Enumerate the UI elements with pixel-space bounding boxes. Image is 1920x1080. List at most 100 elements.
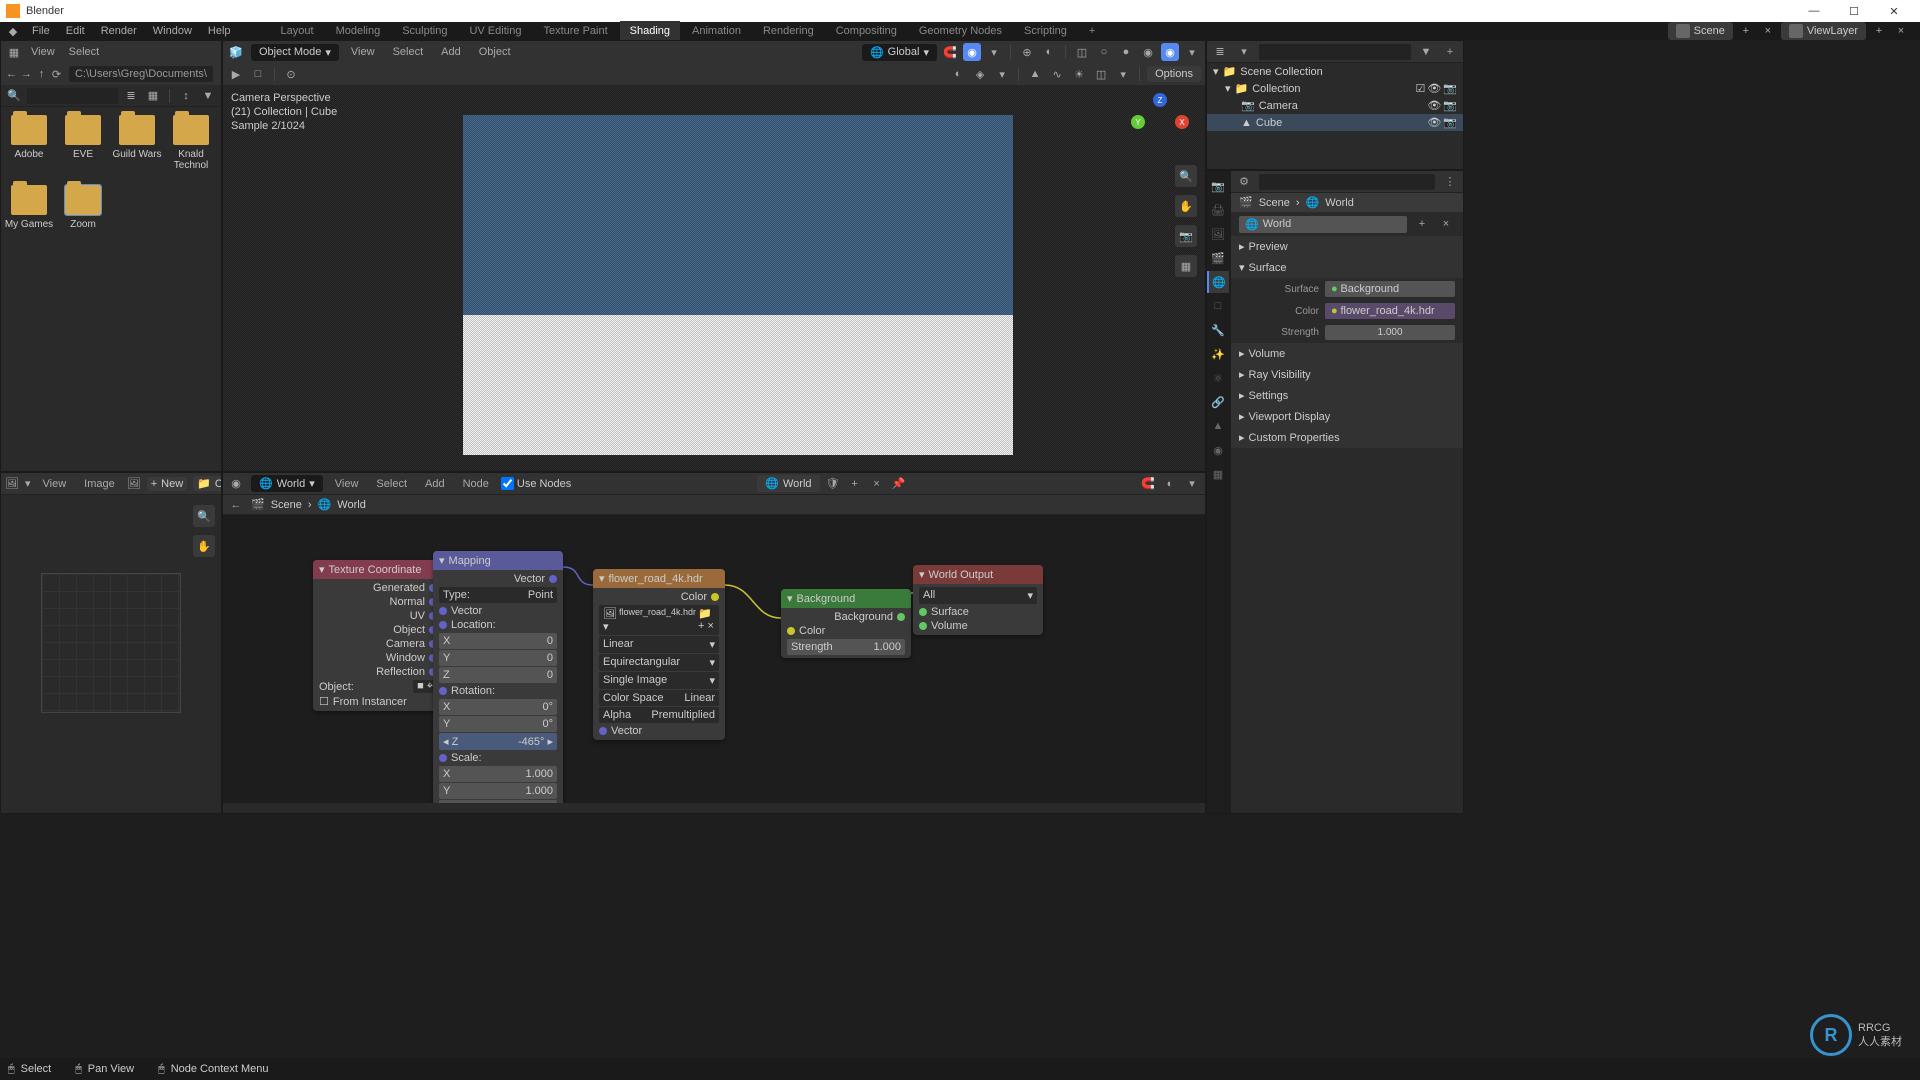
snap-type-icon[interactable]: ▾ [985,43,1003,61]
perspective-icon[interactable]: ▦ [1175,255,1197,277]
loc-z[interactable]: Z0 [439,667,557,683]
img-menu-image[interactable]: Image [78,476,121,492]
eye-icon[interactable]: 👁 [1427,82,1441,95]
node-environment-texture[interactable]: ▾flower_road_4k.hdr Color 🖼▾flower_road_… [593,569,725,740]
from-instancer-toggle[interactable]: ☐From Instancer [313,694,443,709]
overlay-toggle-icon[interactable]: ◐ [1040,43,1058,61]
props-tab-output[interactable]: 🖨 [1207,199,1229,221]
vp-filter-icon[interactable]: ◐ [949,65,967,83]
se-dropdown-icon[interactable]: ▾ [1183,475,1201,493]
section-vpdisp[interactable]: ▸Viewport Display [1231,406,1463,427]
image-browse-icon[interactable]: 🖼 [127,475,141,493]
vp-gizmo-icon[interactable]: ◈ [971,65,989,83]
ws-layout[interactable]: Layout [271,21,324,41]
scale-x[interactable]: X1.000 [439,766,557,782]
source-dropdown[interactable]: Single Image▾ [599,672,719,689]
scene-selector[interactable]: Scene [1668,22,1733,40]
eye-icon[interactable]: 👁 [1427,99,1441,112]
viewlayer-new-button[interactable]: + [1870,22,1888,40]
pan-icon[interactable]: ✋ [193,535,215,557]
socket-vector-out[interactable]: Vector [433,572,563,586]
mode-dropdown[interactable]: Object Mode▾ [251,44,339,61]
outline-camera[interactable]: 📷Camera👁📷 [1207,97,1463,114]
bc-world[interactable]: World [1325,197,1354,209]
props-tab-texture[interactable]: ▦ [1207,463,1229,485]
props-tab-physics[interactable]: ⚛ [1207,367,1229,389]
folder-item[interactable]: Knald Technol [171,115,211,171]
editor-type-icon[interactable]: ⚙ [1235,173,1253,191]
fb-menu-select[interactable]: Select [63,44,106,60]
folder-item[interactable]: Adobe [9,115,49,171]
ws-compositing[interactable]: Compositing [826,21,907,41]
folder-item[interactable]: Zoom [63,185,103,230]
fake-user-icon[interactable]: 🛡 [824,475,842,493]
img-menu-view[interactable]: View [37,476,73,492]
tool-select-icon[interactable]: □ [249,65,267,83]
props-tab-object[interactable]: □ [1207,295,1229,317]
scene-new-button[interactable]: + [1737,22,1755,40]
rot-y[interactable]: Y0° [439,716,557,732]
zoom-icon[interactable]: 🔍 [193,505,215,527]
props-tab-modifiers[interactable]: 🔧 [1207,319,1229,341]
menu-render[interactable]: Render [95,23,143,39]
mapping-type-dropdown[interactable]: Type:Point [439,587,557,603]
minimize-button[interactable]: — [1794,0,1834,22]
vis-curve-icon[interactable]: ∿ [1048,65,1066,83]
vp-menu-select[interactable]: Select [387,44,430,60]
zoom-icon[interactable]: 🔍 [1175,165,1197,187]
ws-animation[interactable]: Animation [682,21,751,41]
outline-collection[interactable]: ▾📁Collection☑👁📷 [1207,80,1463,97]
nav-up-icon[interactable]: ↑ [35,65,48,83]
socket-window[interactable]: Window [313,651,443,665]
shading-rendered-icon[interactable]: ◉ [1161,43,1179,61]
socket-vector-in[interactable]: Vector [433,604,563,618]
overlay-toggle[interactable]: ◐ [1161,475,1179,493]
section-settings[interactable]: ▸Settings [1231,385,1463,406]
props-tab-world[interactable]: 🌐 [1207,271,1229,293]
ws-geonodes[interactable]: Geometry Nodes [909,21,1012,41]
section-rayvis[interactable]: ▸Ray Visibility [1231,364,1463,385]
rot-z[interactable]: ◂ Z-465° ▸ [439,733,557,750]
image-selector[interactable]: 🖼▾flower_road_4k.hdr📁 + × [599,605,719,635]
node-header[interactable]: ▾Background [781,589,911,608]
shading-wire-icon[interactable]: ○ [1095,43,1113,61]
se-menu-node[interactable]: Node [457,476,495,492]
node-header[interactable]: ▾World Output [913,565,1043,584]
editor-type-icon[interactable]: ◉ [227,475,245,493]
vp-overlay-icon[interactable]: ▾ [993,65,1011,83]
node-background[interactable]: ▾Background Background Color Strength1.0… [781,589,911,658]
nav-gizmo[interactable]: X Y Z [1131,93,1191,153]
snap-toggle[interactable]: 🧲 [1139,475,1157,493]
socket-color-out[interactable]: Color [593,590,725,604]
props-tab-material[interactable]: ◉ [1207,439,1229,461]
socket-generated[interactable]: Generated [313,581,443,595]
path-field[interactable]: C:\Users\Greg\Documents\ [69,66,213,82]
menu-window[interactable]: Window [147,23,198,39]
props-tab-scene[interactable]: 🎬 [1207,247,1229,269]
maximize-button[interactable]: ☐ [1834,0,1874,22]
display-thumb-icon[interactable]: ▦ [144,87,162,105]
pin-icon[interactable]: 📌 [890,475,908,493]
new-image-button[interactable]: + New [147,477,187,491]
shader-type-dropdown[interactable]: 🌐 World ▾ [251,475,323,492]
pan-icon[interactable]: ✋ [1175,195,1197,217]
nav-back-icon[interactable]: ← [227,496,245,514]
loc-x[interactable]: X0 [439,633,557,649]
node-world-output[interactable]: ▾World Output All▾ Surface Volume [913,565,1043,635]
editor-type-icon[interactable]: 🧊 [227,43,245,61]
axis-z-icon[interactable]: Z [1153,93,1167,107]
axis-y-icon[interactable]: Y [1131,115,1145,129]
menu-file[interactable]: File [26,23,56,39]
vis-cam-icon[interactable]: ◫ [1092,65,1110,83]
orient-dropdown[interactable]: 🌐 Global ▾ [862,44,937,61]
alpha-dropdown[interactable]: AlphaPremultiplied [599,707,719,723]
socket-color-in[interactable]: Color [781,624,911,638]
section-custom[interactable]: ▸Custom Properties [1231,427,1463,448]
socket-vector-in[interactable]: Vector [593,724,725,738]
se-menu-view[interactable]: View [329,476,365,492]
vis-light-icon[interactable]: ☀ [1070,65,1088,83]
new-collection-icon[interactable]: + [1441,43,1459,61]
open-image-button[interactable]: 📁 Open [193,476,222,491]
shading-dropdown-icon[interactable]: ▾ [1183,43,1201,61]
socket-background-out[interactable]: Background [781,610,911,624]
